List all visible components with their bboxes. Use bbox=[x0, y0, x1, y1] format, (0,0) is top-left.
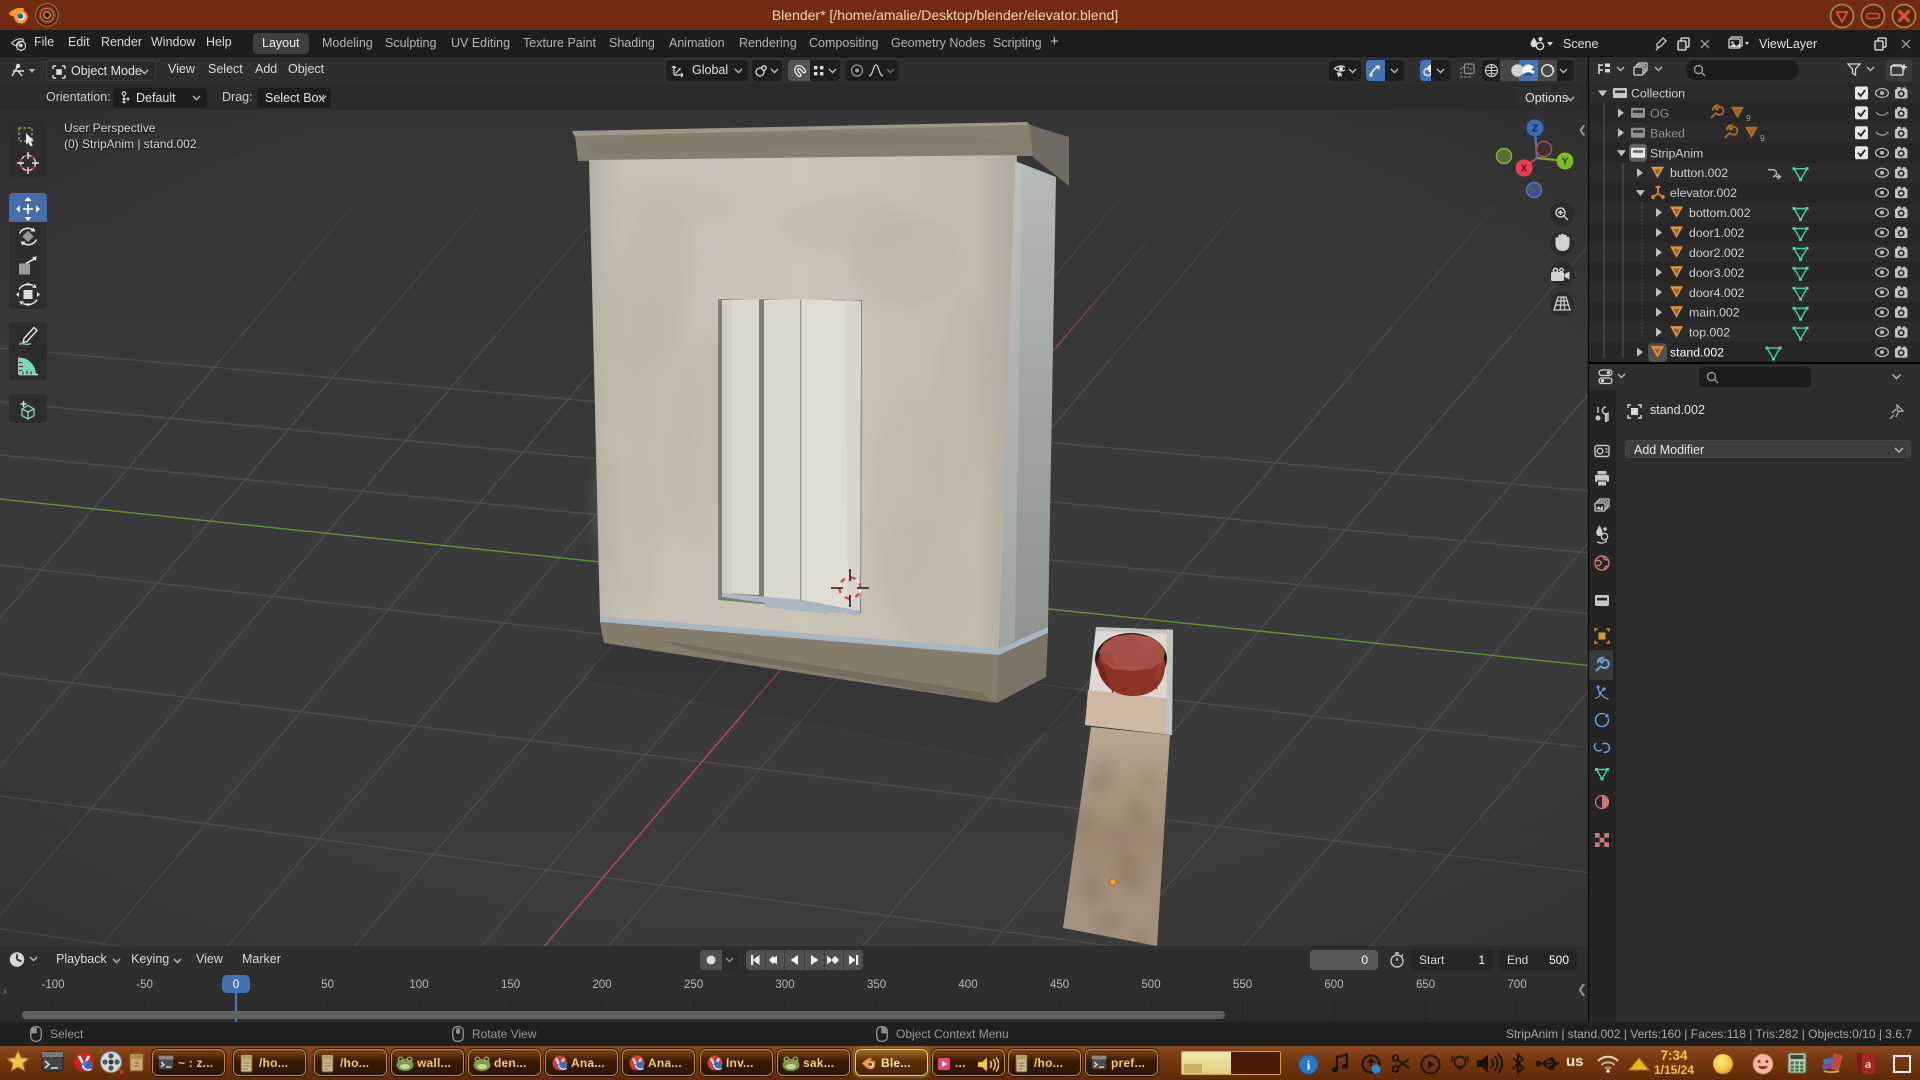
svg-text:door1.002: door1.002 bbox=[1689, 226, 1745, 240]
svg-text:9: 9 bbox=[1746, 113, 1751, 123]
svg-text:400: 400 bbox=[958, 979, 977, 991]
svg-text:elevator.002: elevator.002 bbox=[1670, 186, 1737, 200]
svg-text:-50: -50 bbox=[136, 979, 153, 991]
svg-text:Y: Y bbox=[1562, 157, 1569, 168]
svg-text:door2.002: door2.002 bbox=[1689, 246, 1745, 260]
svg-text:600: 600 bbox=[1324, 979, 1343, 991]
svg-text:Collection: Collection bbox=[1631, 87, 1685, 101]
svg-text:i: i bbox=[1307, 1058, 1311, 1073]
svg-text:50: 50 bbox=[321, 979, 334, 991]
svg-text:450: 450 bbox=[1050, 979, 1069, 991]
svg-text:X: X bbox=[1521, 164, 1528, 175]
svg-text:Z: Z bbox=[1532, 124, 1538, 135]
svg-text:door3.002: door3.002 bbox=[1689, 266, 1745, 280]
svg-text:StripAnim: StripAnim bbox=[1650, 146, 1703, 160]
svg-text:500: 500 bbox=[1141, 979, 1160, 991]
svg-text:650: 650 bbox=[1416, 979, 1435, 991]
svg-text:700: 700 bbox=[1507, 979, 1526, 991]
svg-text:Baked: Baked bbox=[1650, 126, 1685, 140]
svg-text:stand.002: stand.002 bbox=[1670, 346, 1724, 360]
svg-text:0: 0 bbox=[233, 979, 239, 991]
svg-text:350: 350 bbox=[867, 979, 886, 991]
svg-text:button.002: button.002 bbox=[1670, 166, 1728, 180]
svg-text:main.002: main.002 bbox=[1689, 306, 1740, 320]
svg-text:OG: OG bbox=[1650, 106, 1669, 120]
svg-text:150: 150 bbox=[501, 979, 520, 991]
svg-text:200: 200 bbox=[592, 979, 611, 991]
svg-text:300: 300 bbox=[775, 979, 794, 991]
svg-text:-100: -100 bbox=[41, 979, 64, 991]
svg-text:250: 250 bbox=[684, 979, 703, 991]
svg-text:bottom.002: bottom.002 bbox=[1689, 206, 1751, 220]
svg-text:top.002: top.002 bbox=[1689, 326, 1730, 340]
svg-text:9: 9 bbox=[1760, 133, 1765, 143]
svg-text:door4.002: door4.002 bbox=[1689, 286, 1745, 300]
svg-text:100: 100 bbox=[409, 979, 428, 991]
svg-text:a: a bbox=[1865, 1056, 1872, 1071]
svg-text:550: 550 bbox=[1233, 979, 1252, 991]
